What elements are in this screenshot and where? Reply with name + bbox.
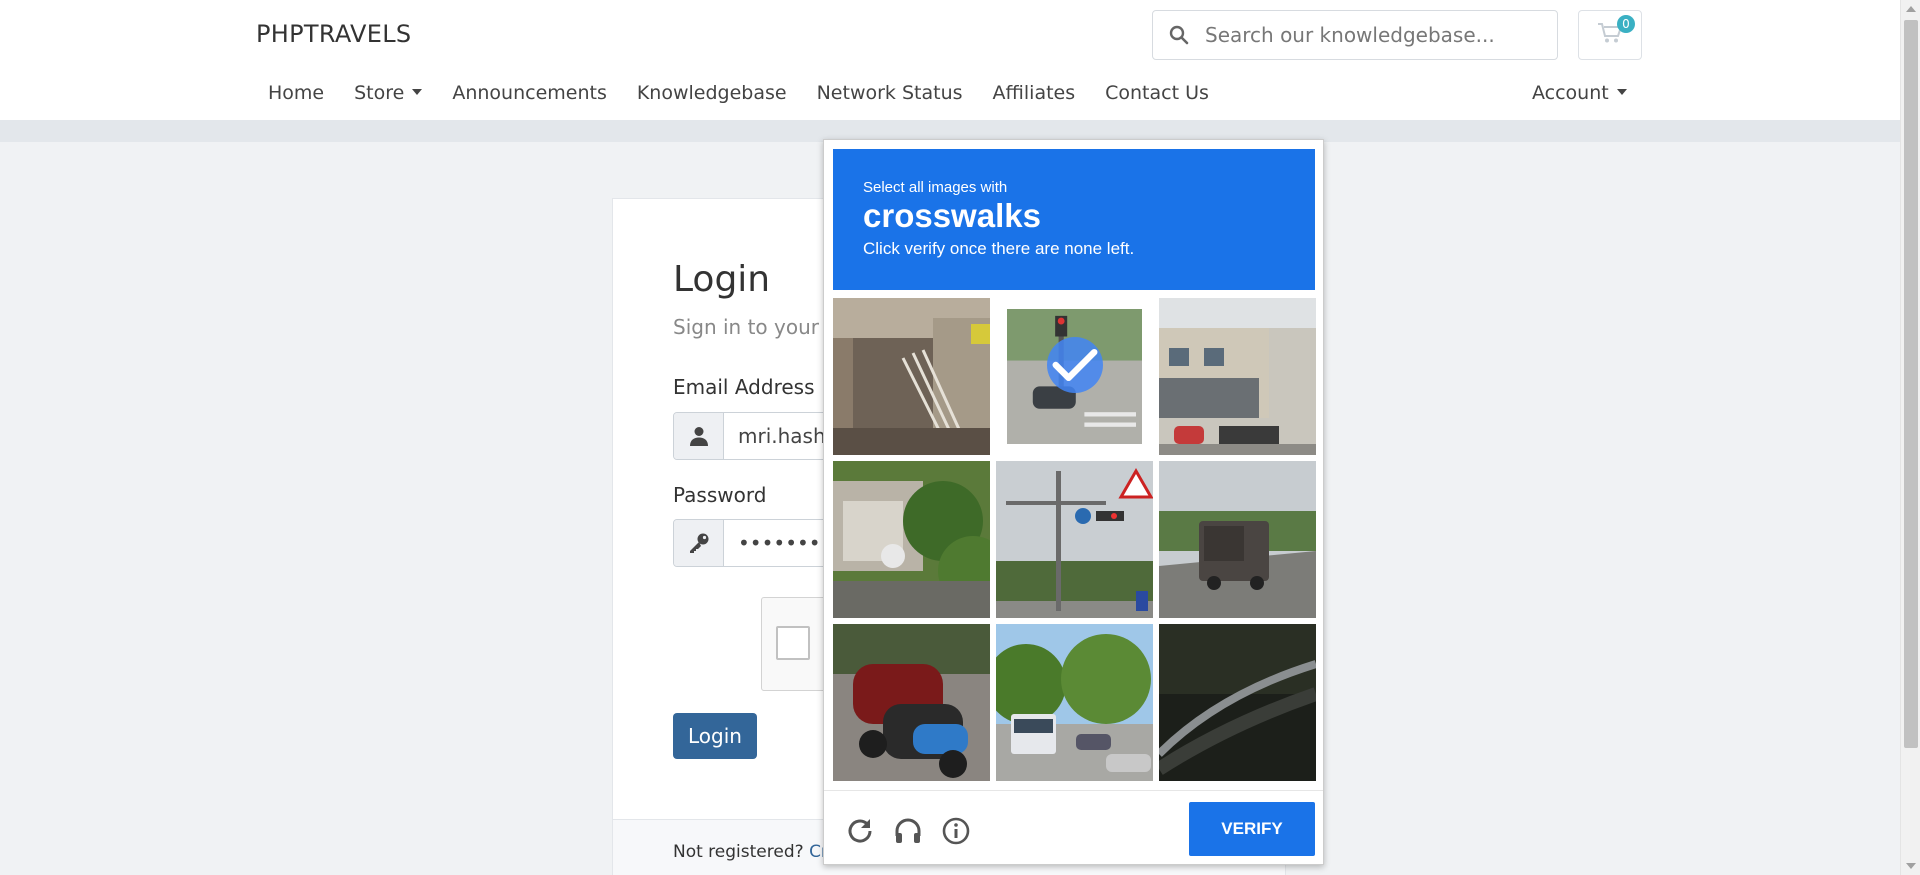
register-text: Not registered? [673,842,804,862]
dark-guardrail-image [1159,624,1316,781]
recaptcha-challenge-popup: Select all images with crosswalks Click … [823,139,1324,865]
road-truck-image [1159,461,1316,618]
recaptcha-checkbox[interactable] [776,626,810,660]
brand-logo[interactable]: PHPTRAVELS [256,20,411,48]
challenge-tile-7[interactable] [833,624,990,781]
selected-check-icon [1046,336,1103,393]
garage-scooter-image [833,461,990,618]
storefront-street-image [1159,298,1316,455]
challenge-tile-1[interactable] [833,298,990,455]
knowledgebase-search [1152,10,1558,60]
challenge-hint: Click verify once there are none left. [863,239,1135,258]
street-bus-image [996,624,1153,781]
main-nav: Home Store Announcements Knowledgebase N… [268,82,1209,104]
challenge-tile-9[interactable] [1159,624,1316,781]
password-label: Password [673,483,767,507]
page-scrollbar[interactable] [1900,0,1920,875]
nav-contact-us[interactable]: Contact Us [1105,82,1209,104]
search-icon [1153,11,1205,59]
challenge-footer: VERIFY [824,790,1323,866]
challenge-instruction: Select all images with [863,179,1008,196]
challenge-tile-3[interactable] [1159,298,1316,455]
key-icon [674,520,724,566]
reload-icon[interactable] [842,813,878,849]
user-icon [674,413,724,459]
nav-home[interactable]: Home [268,82,324,104]
challenge-tile-6[interactable] [1159,461,1316,618]
nav-knowledgebase[interactable]: Knowledgebase [637,82,787,104]
challenge-tile-8[interactable] [996,624,1153,781]
login-button[interactable]: Login [673,713,757,759]
cart-count-badge: 0 [1617,15,1635,33]
challenge-tile-5[interactable] [996,461,1153,618]
traffic-lights-image [996,461,1153,618]
challenge-image-grid [833,298,1316,781]
page-subtitle: Sign in to your a [673,315,838,339]
email-value: mri.hashn [738,424,839,448]
page-title: Login [673,259,771,300]
parked-motorbikes-image [833,624,990,781]
building-stairs-image [833,298,990,455]
nav-account-dropdown[interactable]: Account [1532,82,1627,104]
scroll-down-arrow[interactable] [1906,863,1916,869]
nav-affiliates[interactable]: Affiliates [993,82,1076,104]
email-label: Email Address [673,375,815,399]
challenge-header: Select all images with crosswalks Click … [833,149,1315,290]
cart-button[interactable]: 0 [1578,10,1642,60]
scroll-up-arrow[interactable] [1906,6,1916,12]
nav-store-dropdown[interactable]: Store [354,82,422,104]
challenge-target: crosswalks [863,197,1041,234]
scroll-thumb[interactable] [1904,20,1918,748]
verify-button[interactable]: VERIFY [1189,802,1315,856]
headphones-icon[interactable] [890,813,926,849]
top-header: PHPTRAVELS 0 Home Store Announcements Kn… [0,0,1900,120]
challenge-tile-4[interactable] [833,461,990,618]
challenge-tile-2-selected[interactable] [996,298,1153,455]
search-input[interactable] [1205,23,1535,47]
nav-network-status[interactable]: Network Status [817,82,963,104]
nav-announcements[interactable]: Announcements [452,82,607,104]
info-icon[interactable] [938,813,974,849]
